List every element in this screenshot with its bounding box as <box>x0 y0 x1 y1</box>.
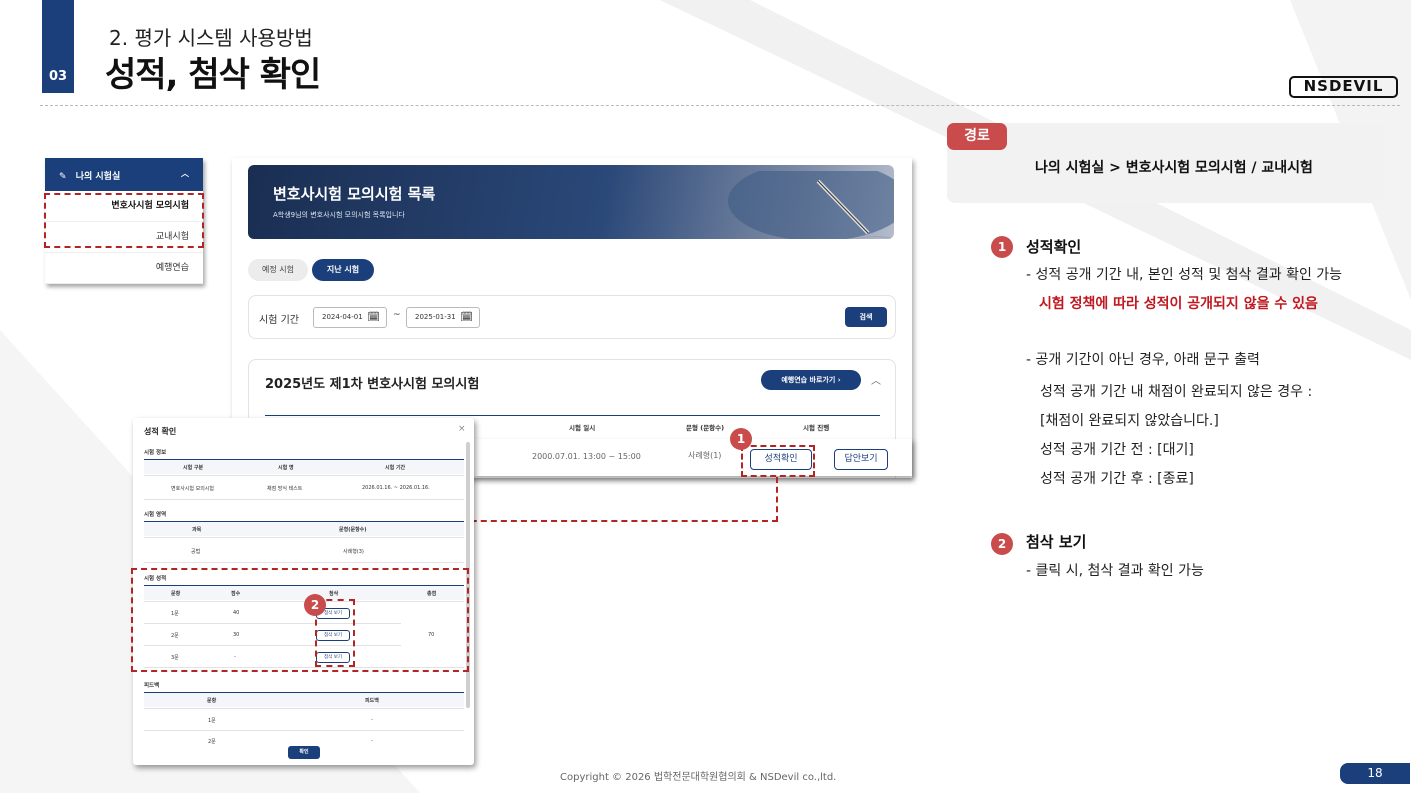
step-badge-2: 2 <box>991 533 1013 555</box>
divider <box>144 499 464 500</box>
nsdevil-logo: NSDEVIL <box>1289 76 1398 98</box>
feedback-question: 1문 <box>208 718 216 724</box>
score-section-highlight <box>131 568 469 672</box>
date-from-input[interactable]: 2024-04-01 🗓 <box>313 307 387 328</box>
chevron-up-icon[interactable]: ︿ <box>871 372 881 387</box>
step-badge-1: 1 <box>730 428 752 450</box>
table-row: 2000.07.01. 13:00 ~ 15:00 사례형(1) 성적확인 답안… <box>474 439 912 476</box>
table-header-line <box>265 415 880 416</box>
sidebar-title: 나의 시험실 <box>75 172 121 182</box>
item1-line: 성적 공개 기간 전 : [대기] <box>1040 442 1194 458</box>
item1-line: - 성적 공개 기간 내, 본인 성적 및 첨삭 결과 확인 가능 <box>1026 267 1343 283</box>
date-filter: 시험 기간 2024-04-01 🗓 ~ 2025-01-31 🗓 검색 <box>248 295 896 339</box>
area-header: 과목 <box>192 527 202 533</box>
col-progress: 시험 진행 <box>803 424 830 432</box>
info-header: 시험 기간 <box>385 465 406 471</box>
close-icon[interactable]: × <box>458 424 466 434</box>
banner-title: 변호사시험 모의시험 목록 <box>273 185 436 203</box>
divider <box>144 708 464 709</box>
table-header <box>144 693 464 707</box>
step-badge-1: 1 <box>991 236 1013 258</box>
tab-past[interactable]: 지난 시험 <box>312 259 374 281</box>
divider <box>144 537 464 538</box>
chevron-up-icon: ︿ <box>181 169 189 178</box>
step-badge-2: 2 <box>304 594 326 616</box>
sidebar-item-practice[interactable]: 예행연습 <box>45 253 203 284</box>
route-tag: 경로 <box>947 123 1007 150</box>
info-header: 시험 구분 <box>183 465 204 471</box>
item1-line: - 공개 기간이 아닌 경우, 아래 문구 출력 <box>1026 352 1260 368</box>
confirm-button[interactable]: 확인 <box>288 746 320 759</box>
area-value: 사례형(3) <box>343 549 364 555</box>
slide-title: 성적, 첨삭 확인 <box>105 55 321 95</box>
item1-warning: 시험 정책에 따라 성적이 공개되지 않을 수 있음 <box>1039 296 1318 312</box>
divider <box>144 562 464 563</box>
answer-view-button[interactable]: 답안보기 <box>834 449 888 470</box>
feedback-question: 2문 <box>208 739 216 745</box>
info-value: 변호사시험 모의시험 <box>171 486 214 492</box>
copyright: Copyright © 2026 법학전문대학원협의회 & NSDevil co… <box>560 772 837 783</box>
connector-line <box>776 477 778 522</box>
info-value: 채점 방식 테스트 <box>267 486 303 492</box>
date-separator: ~ <box>393 310 401 320</box>
modal-title: 성적 확인 <box>144 427 177 436</box>
col-type: 문형 (문항수) <box>686 424 725 432</box>
item1-line: 성적 공개 기간 후 : [종료] <box>1040 471 1194 487</box>
date-from-value: 2024-04-01 <box>322 313 363 321</box>
section-number: 03 <box>48 69 68 84</box>
divider <box>144 730 464 731</box>
tab-upcoming[interactable]: 예정 시험 <box>248 259 308 281</box>
date-to-value: 2025-01-31 <box>415 313 456 321</box>
search-button[interactable]: 검색 <box>845 307 887 327</box>
feedback-value: - <box>371 738 373 744</box>
item2-title: 첨삭 보기 <box>1026 533 1087 551</box>
calendar-icon: 🗓 <box>367 312 380 323</box>
chevron-right-icon: › <box>837 376 841 384</box>
feedback-header: 문항 <box>207 698 217 704</box>
feedback-header: 피드백 <box>365 698 379 704</box>
score-button-highlight <box>741 445 815 477</box>
item1-line: 성적 공개 기간 내 채점이 완료되지 않은 경우 : <box>1040 384 1313 400</box>
practice-shortcut-button[interactable]: 예행연습 바로가기 › <box>761 370 861 390</box>
info-value: 2026.01.16. ~ 2026.01.16. <box>362 485 430 491</box>
pen-illustration <box>728 171 894 239</box>
row-date: 2000.07.01. 13:00 ~ 15:00 <box>532 452 641 461</box>
info-header: 시험 명 <box>278 465 294 471</box>
exam-title: 2025년도 제1차 변호사시험 모의시험 <box>265 377 480 392</box>
calendar-icon: 🗓 <box>460 312 473 323</box>
item1-line: [채점이 완료되지 않았습니다.] <box>1040 413 1219 429</box>
item2-line: - 클릭 시, 첨삭 결과 확인 가능 <box>1026 563 1204 579</box>
sidebar-header[interactable]: ✎ 나의 시험실 ︿ <box>45 158 203 191</box>
section-exam-area: 시험 영역 <box>144 512 167 518</box>
header-divider <box>40 105 1400 106</box>
item1-title: 성적확인 <box>1026 238 1082 256</box>
page-banner: 변호사시험 모의시험 목록 A학생9님의 변호사시험 모의시험 목록입니다 <box>248 165 894 239</box>
practice-shortcut-label: 예행연습 바로가기 <box>781 376 836 384</box>
route-text: 나의 시험실 > 변호사시험 모의시험 / 교내시험 <box>1035 160 1313 176</box>
feedback-value: - <box>371 717 373 723</box>
edit-icon: ✎ <box>59 172 67 182</box>
page-number: 18 <box>1340 763 1410 784</box>
filter-label: 시험 기간 <box>259 315 299 326</box>
row-type: 사례형(1) <box>688 451 722 460</box>
divider <box>144 475 464 476</box>
date-to-input[interactable]: 2025-01-31 🗓 <box>406 307 480 328</box>
col-date: 시험 일시 <box>569 424 596 432</box>
section-feedback: 피드백 <box>144 683 160 689</box>
banner-subtitle: A학생9님의 변호사시험 모의시험 목록입니다 <box>273 211 405 219</box>
area-value: 공법 <box>191 549 201 555</box>
sidebar-highlight <box>44 193 204 248</box>
section-exam-info: 시험 정보 <box>144 450 167 456</box>
area-header: 문형(문항수) <box>339 527 367 533</box>
